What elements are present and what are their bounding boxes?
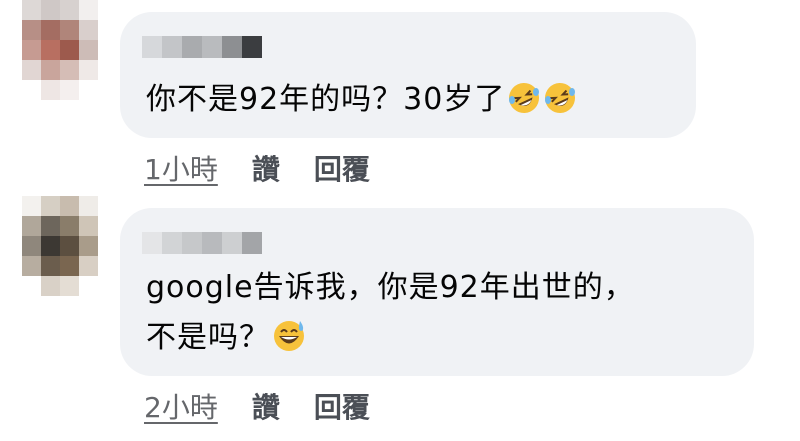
rolling-on-floor-laughing-icon	[545, 83, 576, 113]
comment-actions: 2小時 讚 回覆	[144, 386, 370, 426]
comment-timestamp[interactable]: 2小時	[144, 386, 218, 426]
comment-text-line-2: 不是吗？	[146, 314, 306, 362]
comment-bubble: 你不是92年的吗？30岁了	[120, 12, 696, 138]
comment-text: 你不是92年的吗？30岁了	[146, 76, 577, 124]
author-name[interactable]	[142, 36, 262, 58]
comment-bubble: google告诉我，你是92年出世的， 不是吗？	[120, 208, 754, 376]
avatar[interactable]	[22, 196, 98, 296]
like-button[interactable]: 讚	[252, 386, 280, 426]
comment-timestamp[interactable]: 1小時	[144, 148, 218, 188]
comment-text-content: 不是吗？	[146, 320, 270, 355]
grinning-face-with-sweat-icon	[274, 321, 304, 351]
comment-text-content: google告诉我，你是92年出世的，	[146, 270, 635, 305]
comment-actions: 1小時 讚 回覆	[144, 148, 370, 188]
reply-button[interactable]: 回覆	[314, 386, 370, 426]
reply-button[interactable]: 回覆	[314, 148, 370, 188]
author-name[interactable]	[142, 232, 262, 254]
avatar[interactable]	[22, 0, 98, 100]
comment-text-line-1: google告诉我，你是92年出世的，	[146, 264, 635, 312]
rolling-on-floor-laughing-icon	[509, 83, 540, 113]
like-button[interactable]: 讚	[252, 148, 280, 188]
comment-text-content: 你不是92年的吗？30岁了	[146, 82, 506, 117]
